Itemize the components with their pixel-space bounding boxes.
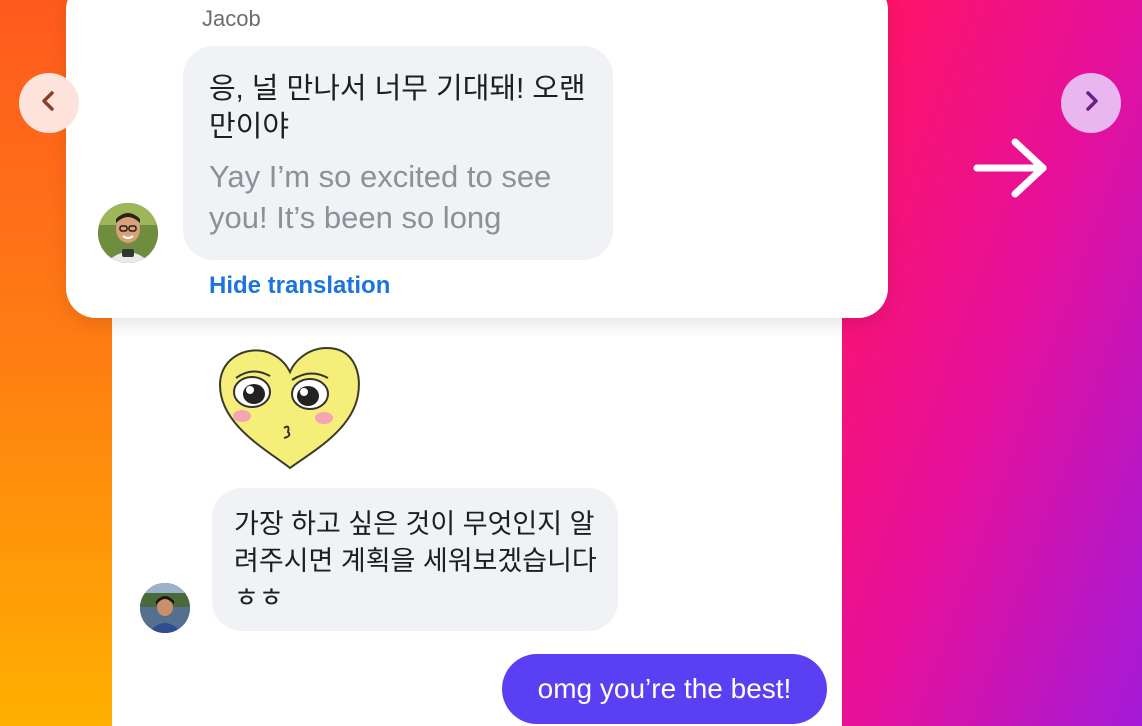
message-2-text: 가장 하고 싶은 것이 무엇인지 알려주시면 계획을 세워보겠습니다 ㅎㅎ: [234, 509, 597, 613]
message-translation-text: Yay I’m so excited to see you! It’s been…: [209, 159, 552, 235]
hide-translation-link[interactable]: Hide translation: [209, 272, 390, 300]
previous-button[interactable]: [19, 73, 79, 133]
sender-name: Jacob: [202, 6, 261, 31]
message-bubble-contact[interactable]: 가장 하고 싶은 것이 무엇인지 알려주시면 계획을 세워보겠습니다 ㅎㅎ: [212, 488, 618, 631]
message-bubble-jacob[interactable]: 응, 널 만나서 너무 기대돼! 오랜만이야 Yay I’m so excite…: [183, 46, 613, 260]
avatar-contact[interactable]: [140, 583, 190, 633]
avatar-jacob[interactable]: [98, 203, 158, 263]
heart-face-sticker[interactable]: [212, 340, 367, 475]
my-message-bubble[interactable]: omg you’re the best!: [502, 654, 827, 724]
message-original-text: 응, 널 만나서 너무 기대돼! 오랜만이야: [209, 73, 586, 143]
chevron-left-icon: [37, 89, 61, 118]
chevron-right-icon: [1079, 89, 1103, 118]
arrow-right-icon: [973, 136, 1053, 200]
next-button[interactable]: [1061, 73, 1121, 133]
my-message-text: omg you’re the best!: [537, 673, 792, 704]
